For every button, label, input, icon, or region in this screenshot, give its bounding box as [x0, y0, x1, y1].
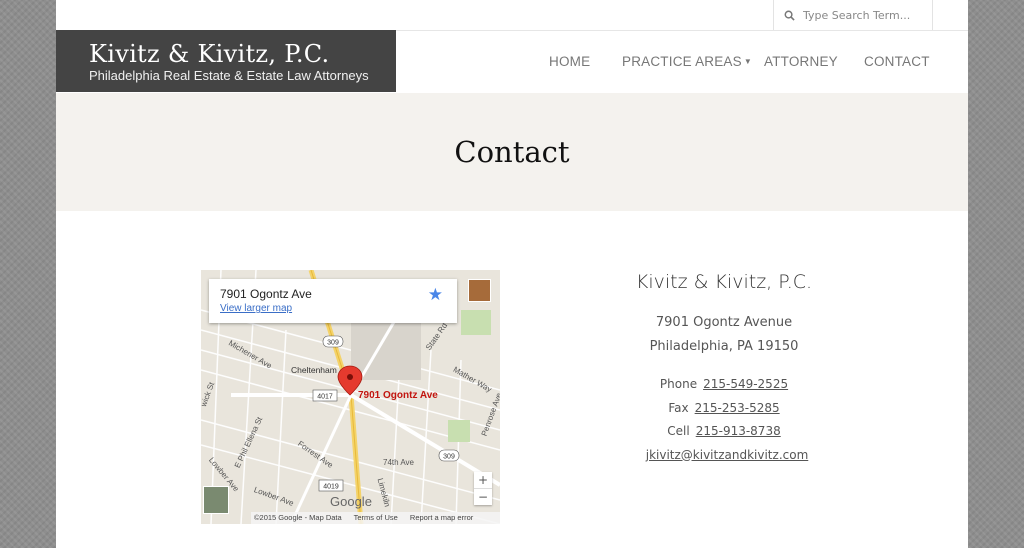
search-icon [784, 10, 795, 21]
google-map[interactable]: 4017 309 309 4019 Michener Ave Cheltenha… [201, 270, 500, 524]
route-shield: 4019 [323, 484, 339, 491]
cell-label: Cell [667, 424, 690, 438]
search-input[interactable] [801, 7, 925, 23]
map-data-credit: ©2015 Google - Map Data [254, 513, 342, 522]
cell-row: Cell 215-913-8738 [556, 420, 892, 444]
site-logo[interactable]: Kivitz & Kivitz, P.C. Philadelphia Real … [56, 30, 396, 92]
search-box[interactable] [773, 0, 933, 30]
route-shield: 309 [443, 454, 455, 461]
avatar[interactable] [468, 279, 491, 302]
report-map-error-link[interactable]: Report a map error [410, 513, 473, 522]
address-line-1: 7901 Ogontz Avenue [655, 315, 793, 330]
terms-of-use-link[interactable]: Terms of Use [354, 513, 398, 522]
map-card-address: 7901 Ogontz Ave [220, 287, 312, 301]
contact-firm-name: Kivitz & Kivitz, P.C. [635, 271, 813, 293]
contact-address: 7901 Ogontz Avenue Philadelphia, PA 1915… [556, 311, 892, 359]
map-attribution: ©2015 Google - Map Data Terms of Use Rep… [251, 512, 500, 524]
address-line-2: Philadelphia, PA 19150 [649, 339, 799, 354]
star-icon[interactable]: ★ [428, 285, 443, 305]
contact-info: Kivitz & Kivitz, P.C. 7901 Ogontz Avenue… [556, 270, 892, 467]
nav-practice-areas-label: PRACTICE AREAS [622, 54, 742, 69]
nav-attorney[interactable]: ATTORNEY [764, 54, 838, 69]
route-shield: 309 [327, 340, 339, 347]
page: Kivitz & Kivitz, P.C. Philadelphia Real … [56, 0, 968, 548]
top-bar [56, 0, 968, 31]
fax-row: Fax 215-253-5285 [556, 397, 892, 421]
nav-practice-areas[interactable]: PRACTICE AREAS ▼ [622, 54, 752, 69]
fax-link[interactable]: 215-253-5285 [695, 401, 780, 415]
route-shield: 4017 [317, 394, 333, 401]
satellite-toggle[interactable] [203, 486, 229, 514]
zoom-in-button[interactable]: + [474, 472, 492, 489]
google-logo: Google [330, 494, 372, 509]
zoom-out-button[interactable]: − [474, 489, 492, 505]
contact-numbers: Phone 215-549-2525 Fax 215-253-5285 Cell 21… [556, 373, 892, 467]
cell-link[interactable]: 215-913-8738 [696, 424, 781, 438]
map-zoom-control: + − [474, 472, 492, 505]
logo-firm-name: Kivitz & Kivitz, P.C. [89, 40, 330, 68]
main-nav: HOME PRACTICE AREAS ▼ ATTORNEY CONTACT [396, 30, 968, 92]
nav-home[interactable]: HOME [549, 54, 590, 69]
view-larger-map-link[interactable]: View larger map [220, 303, 292, 314]
nav-contact[interactable]: CONTACT [864, 54, 930, 69]
map-info-card: 7901 Ogontz Ave View larger map ★ [209, 279, 457, 323]
phone-label: Phone [659, 377, 698, 391]
phone-row: Phone 215-549-2525 [556, 373, 892, 397]
page-title: Contact [454, 135, 570, 169]
map-place-label: Cheltenham [291, 365, 337, 375]
page-header: Contact [56, 93, 968, 211]
logo-tagline: Philadelphia Real Estate & Estate Law At… [89, 68, 369, 83]
caret-down-icon: ▼ [743, 57, 752, 66]
fax-label: Fax [668, 400, 689, 415]
map-pin-label: 7901 Ogontz Ave [358, 390, 438, 401]
map-street-label: 74th Ave [383, 458, 414, 467]
email-row: jkivitz@kivitzandkivitz.com [556, 444, 892, 468]
phone-link[interactable]: 215-549-2525 [703, 377, 788, 391]
email-link[interactable]: jkivitz@kivitzandkivitz.com [646, 448, 809, 462]
